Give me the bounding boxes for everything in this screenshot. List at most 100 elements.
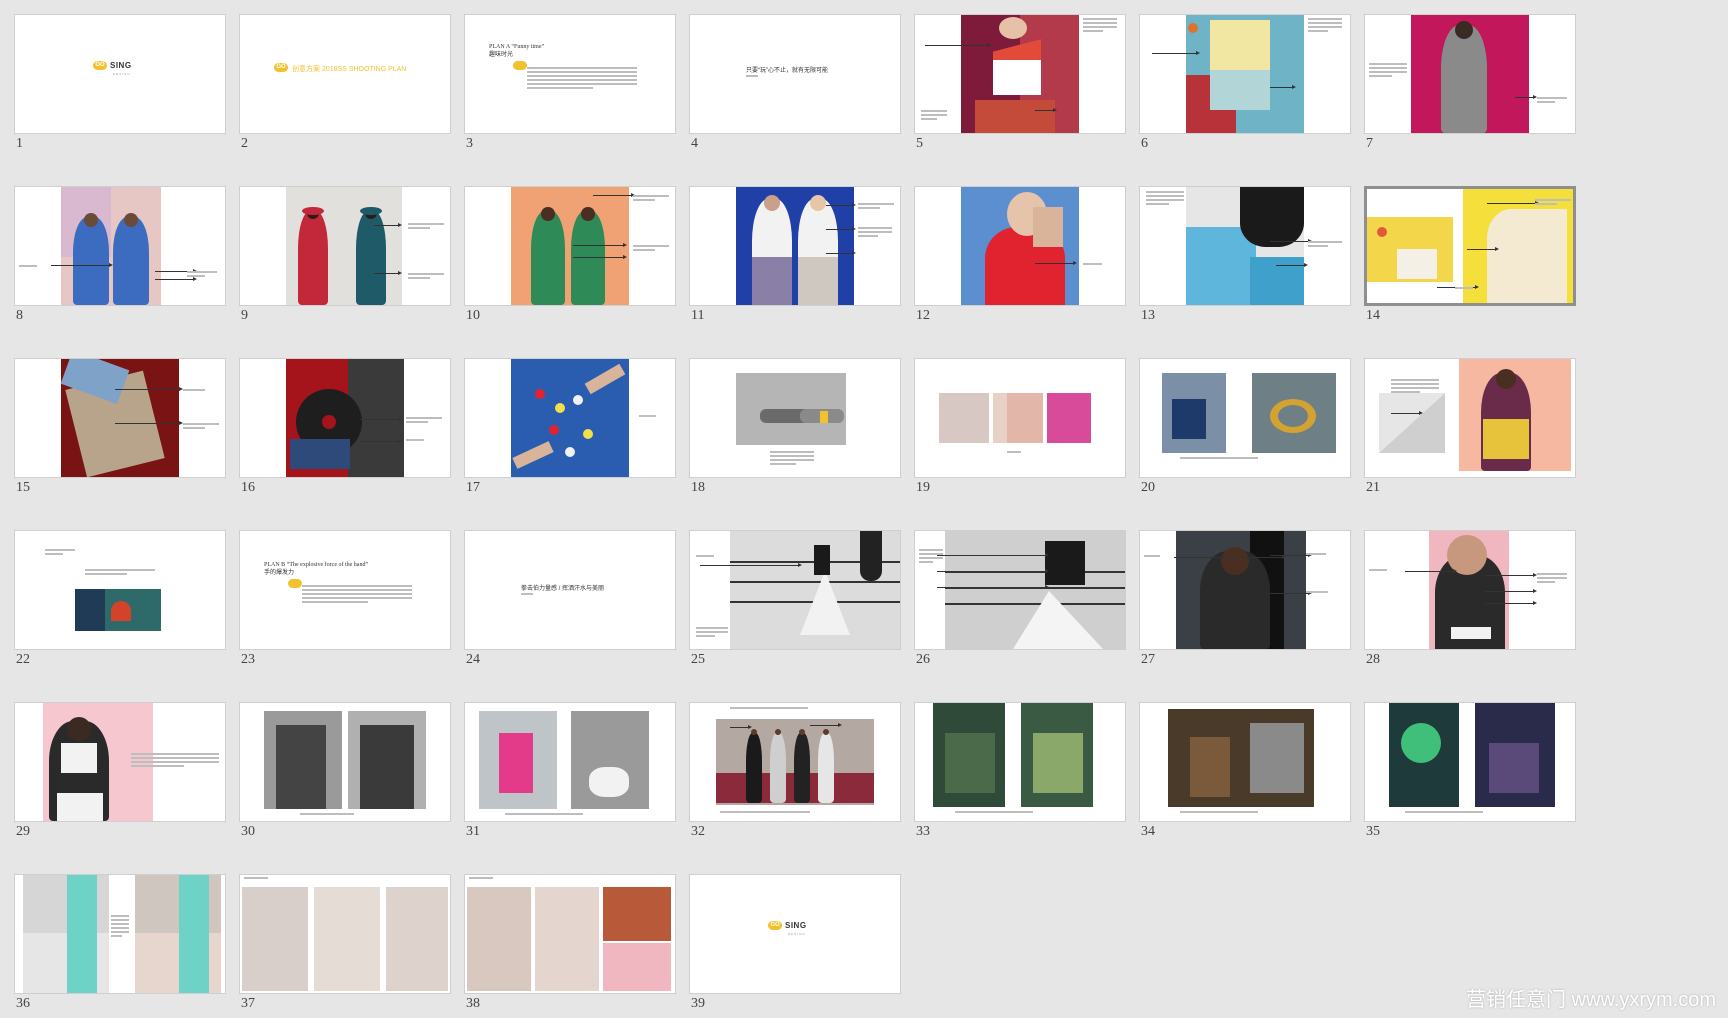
slide-thumbnail[interactable]: 5: [914, 14, 1126, 151]
slide-thumbnail[interactable]: 10: [464, 186, 676, 323]
slide-thumbnail[interactable]: GO SING DESIGN 39: [689, 874, 901, 1011]
slide-preview[interactable]: [1139, 186, 1351, 306]
slide-preview[interactable]: [914, 186, 1126, 306]
slide-thumbnail[interactable]: PLAN A “Funny time” 趣味时光 3: [464, 14, 676, 151]
slide-preview[interactable]: GO SING DESIGN: [14, 14, 226, 134]
slide-preview[interactable]: [239, 358, 451, 478]
slide-thumbnail[interactable]: GO 创意方案 2018SS SHOOTING PLAN 2: [239, 14, 451, 151]
slide-preview[interactable]: PLAN A “Funny time” 趣味时光: [464, 14, 676, 134]
slide-thumbnail[interactable]: 38: [464, 874, 676, 1011]
slide-preview[interactable]: [14, 358, 226, 478]
photo: [57, 793, 103, 821]
slide-preview[interactable]: 只要“玩”心不止，就有无限可能: [689, 14, 901, 134]
slide-preview[interactable]: [1364, 186, 1576, 306]
slide-preview[interactable]: [14, 702, 226, 822]
photo: [1210, 70, 1270, 110]
slide-thumbnail[interactable]: 14: [1364, 186, 1576, 323]
slide-preview[interactable]: [1364, 702, 1576, 822]
slide-preview[interactable]: [689, 358, 901, 478]
slide-preview[interactable]: [1364, 530, 1576, 650]
slide-thumbnail[interactable]: 12: [914, 186, 1126, 323]
slide-thumbnail[interactable]: 26: [914, 530, 1126, 667]
slide-thumbnail[interactable]: GO SING DESIGN 1: [14, 14, 226, 151]
slide-preview[interactable]: [464, 702, 676, 822]
slide-thumbnail[interactable]: 9: [239, 186, 451, 323]
slide-thumbnail[interactable]: 31: [464, 702, 676, 839]
slide-thumbnail[interactable]: 20: [1139, 358, 1351, 495]
slide-preview[interactable]: [464, 874, 676, 994]
watermark: 营销任意门 www.yxrym.com: [1466, 989, 1716, 1011]
slide-thumbnail[interactable]: 6: [1139, 14, 1351, 151]
slide-thumbnail[interactable]: 36: [14, 874, 226, 1011]
slide-preview[interactable]: [914, 530, 1126, 650]
slide-thumbnail[interactable]: 30: [239, 702, 451, 839]
slide-preview[interactable]: 拳击伯力量感 / 挥洒汗水与美丽: [464, 530, 676, 650]
annotation-arrow: [573, 243, 627, 247]
slide-preview[interactable]: [14, 186, 226, 306]
slide-preview[interactable]: [1139, 358, 1351, 478]
slide-number: 8: [16, 308, 23, 323]
slide-thumbnail[interactable]: 37: [239, 874, 451, 1011]
slide-preview[interactable]: [239, 874, 451, 994]
slide-preview[interactable]: PLAN B “The explosive force of the hand”…: [239, 530, 451, 650]
slide-thumbnail[interactable]: 8: [14, 186, 226, 323]
slide-thumbnail[interactable]: 34: [1139, 702, 1351, 839]
slide-preview[interactable]: [689, 530, 901, 650]
slide-preview[interactable]: GO SING DESIGN: [689, 874, 901, 994]
slide-thumbnail[interactable]: 只要“玩”心不止，就有无限可能 4: [689, 14, 901, 151]
photo: [1401, 723, 1441, 763]
slide-preview[interactable]: [464, 358, 676, 478]
slide-thumbnail[interactable]: 拳击伯力量感 / 挥洒汗水与美丽 24: [464, 530, 676, 667]
slide-thumbnail[interactable]: 28: [1364, 530, 1576, 667]
slide-thumbnail[interactable]: 33: [914, 702, 1126, 839]
slide-thumbnail[interactable]: 27: [1139, 530, 1351, 667]
slide-thumbnail[interactable]: 13: [1139, 186, 1351, 323]
photo: [581, 207, 595, 221]
slide-thumbnail[interactable]: 29: [14, 702, 226, 839]
annotation-arrow: [1270, 553, 1312, 557]
slide-number: 10: [466, 308, 480, 323]
annotation-text: [1146, 191, 1184, 207]
slide-thumbnail[interactable]: 19: [914, 358, 1126, 495]
slide-preview[interactable]: [1364, 358, 1576, 478]
slide-thumbnail[interactable]: 25: [689, 530, 901, 667]
annotation-text: [302, 585, 412, 605]
slide-thumbnail[interactable]: 18: [689, 358, 901, 495]
slide-preview[interactable]: [1139, 702, 1351, 822]
slide-thumbnail[interactable]: 21: [1364, 358, 1576, 495]
annotation-arrow: [1035, 261, 1077, 265]
slide-preview[interactable]: [1139, 14, 1351, 134]
annotation-text: [633, 245, 669, 253]
photo: [1190, 737, 1230, 797]
photo: [67, 875, 97, 933]
slide-preview[interactable]: [914, 14, 1126, 134]
slide-thumbnail[interactable]: 32: [689, 702, 901, 839]
slide-preview[interactable]: GO 创意方案 2018SS SHOOTING PLAN: [239, 14, 451, 134]
slide-preview[interactable]: [239, 186, 451, 306]
slide-number: 37: [241, 996, 255, 1011]
slide-preview[interactable]: [14, 530, 226, 650]
slide-preview[interactable]: [14, 874, 226, 994]
annotation-text: [1308, 241, 1342, 249]
slide-preview[interactable]: [239, 702, 451, 822]
annotation-text: [300, 813, 390, 817]
photo: [945, 603, 1125, 605]
slide-thumbnail[interactable]: 35: [1364, 702, 1576, 839]
slide-thumbnail[interactable]: 11: [689, 186, 901, 323]
slide-preview[interactable]: [689, 702, 901, 822]
slide-preview[interactable]: [689, 186, 901, 306]
photo: [179, 875, 209, 933]
slide-thumbnail[interactable]: 16: [239, 358, 451, 495]
slide-preview[interactable]: [914, 358, 1126, 478]
slide-thumbnail[interactable]: 7: [1364, 14, 1576, 151]
photo: [770, 733, 786, 803]
slide-thumbnail[interactable]: 22: [14, 530, 226, 667]
slide-thumbnail[interactable]: 17: [464, 358, 676, 495]
slide-thumbnail[interactable]: PLAN B “The explosive force of the hand”…: [239, 530, 451, 667]
slide-preview[interactable]: [1139, 530, 1351, 650]
slide-preview[interactable]: [1364, 14, 1576, 134]
photo: [535, 389, 545, 399]
slide-preview[interactable]: [914, 702, 1126, 822]
slide-thumbnail[interactable]: 15: [14, 358, 226, 495]
slide-preview[interactable]: [464, 186, 676, 306]
